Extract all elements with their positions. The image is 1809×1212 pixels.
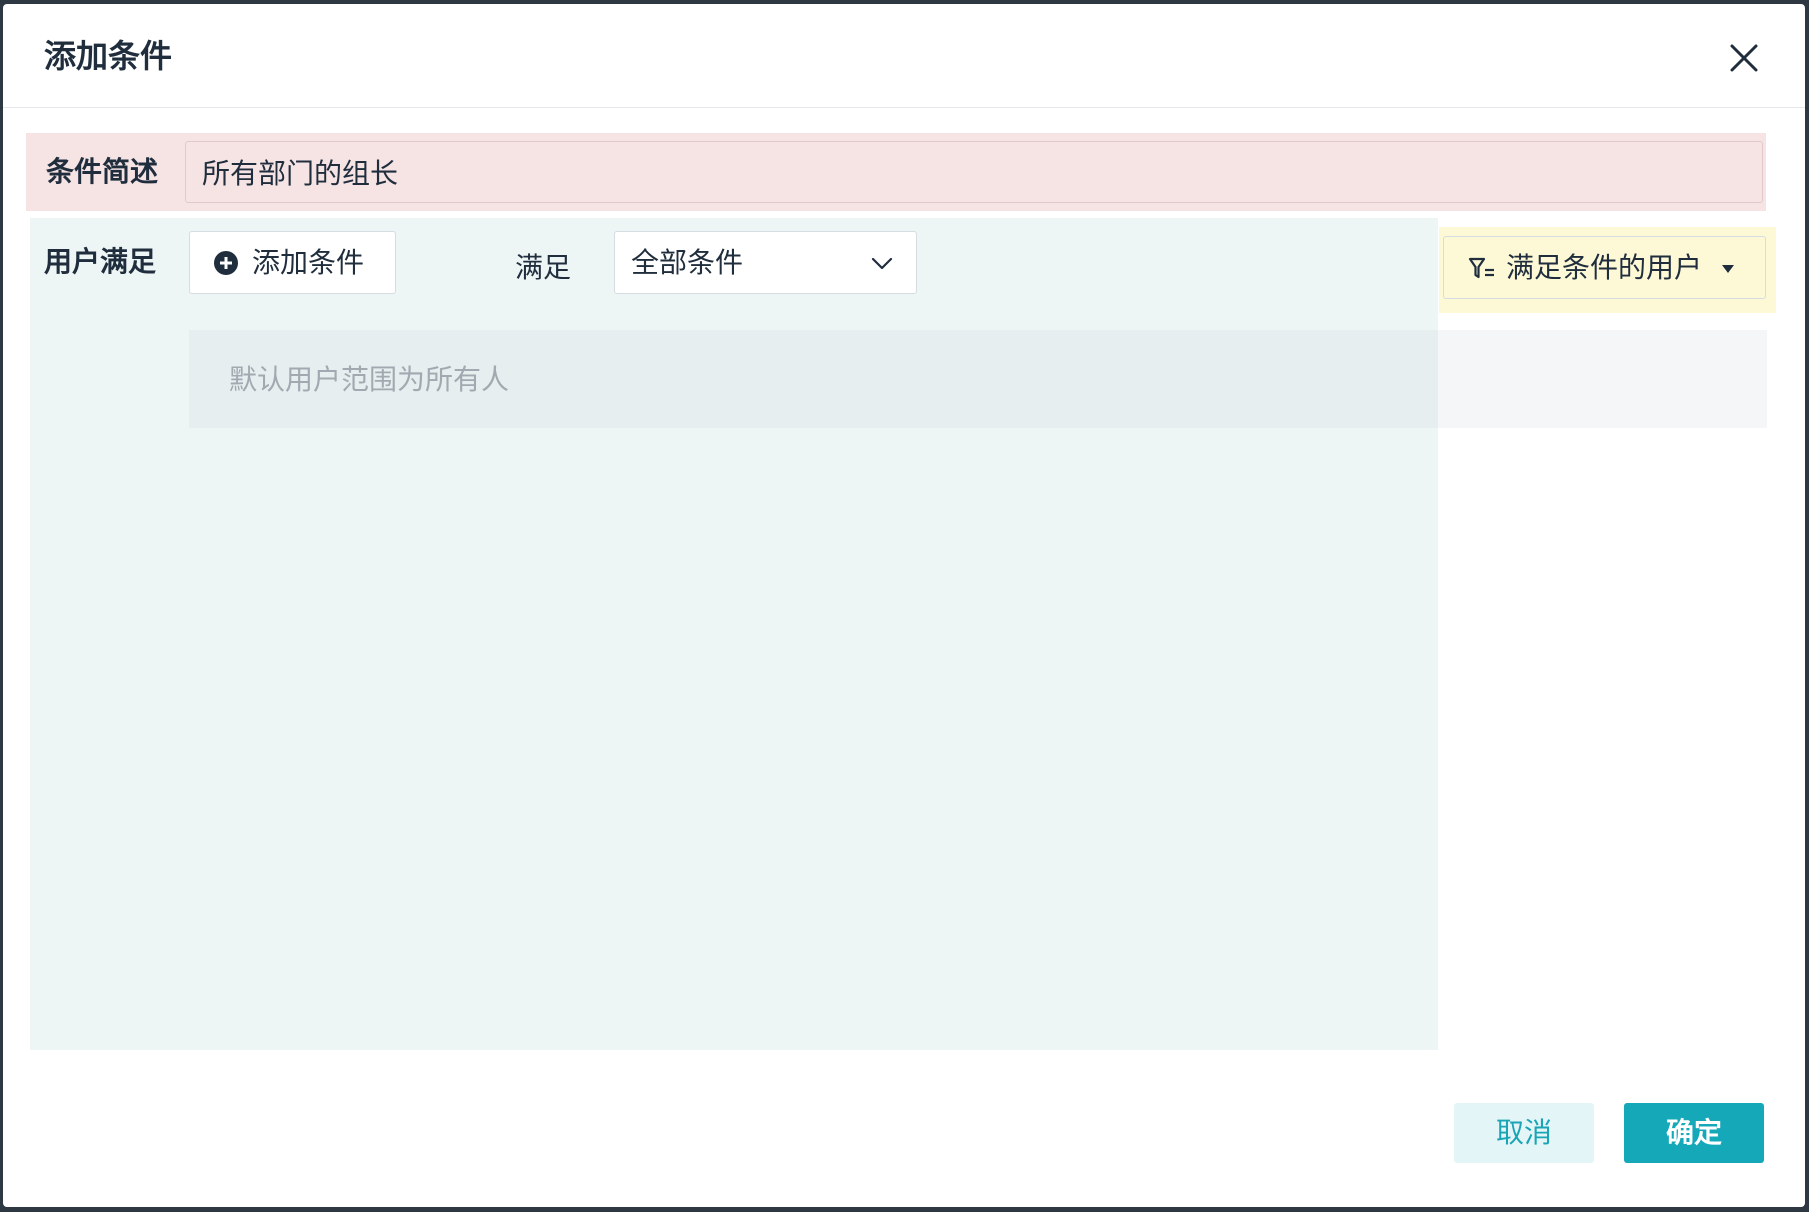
close-button[interactable]	[1726, 40, 1762, 76]
conditions-area: 用户满足 添加条件 满足 全部条件 默认用户范围为所有人	[30, 218, 1438, 1050]
satisfy-label: 满足	[515, 251, 572, 284]
description-label: 条件简述	[46, 155, 159, 188]
empty-hint-text: 默认用户范围为所有人	[229, 363, 510, 396]
add-condition-dialog: 添加条件 条件简述 用户满足 添加条件 满足 全部条件	[3, 4, 1805, 1207]
users-filter-area: 满足条件的用户	[1439, 227, 1776, 313]
plus-circle-icon	[214, 251, 238, 275]
matching-users-label: 满足条件的用户	[1506, 251, 1703, 284]
empty-hint-extension	[1438, 330, 1767, 428]
add-condition-label: 添加条件	[252, 246, 365, 279]
matching-users-button[interactable]: 满足条件的用户	[1443, 236, 1766, 299]
empty-conditions-hint: 默认用户范围为所有人	[189, 330, 1438, 428]
cancel-button[interactable]: 取消	[1454, 1103, 1594, 1163]
dialog-header: 添加条件	[3, 4, 1805, 108]
match-mode-value: 全部条件	[631, 246, 744, 279]
filter-icon	[1468, 257, 1494, 279]
close-icon	[1730, 44, 1758, 72]
caret-down-icon	[1722, 265, 1734, 273]
dialog-title: 添加条件	[44, 37, 173, 75]
description-row: 条件简述	[26, 133, 1766, 211]
add-condition-button[interactable]: 添加条件	[189, 231, 396, 294]
conditions-label: 用户满足	[44, 245, 157, 278]
chevron-down-icon	[871, 257, 893, 270]
description-input[interactable]	[185, 141, 1763, 203]
confirm-button[interactable]: 确定	[1624, 1103, 1764, 1163]
match-mode-select[interactable]: 全部条件	[614, 231, 917, 294]
